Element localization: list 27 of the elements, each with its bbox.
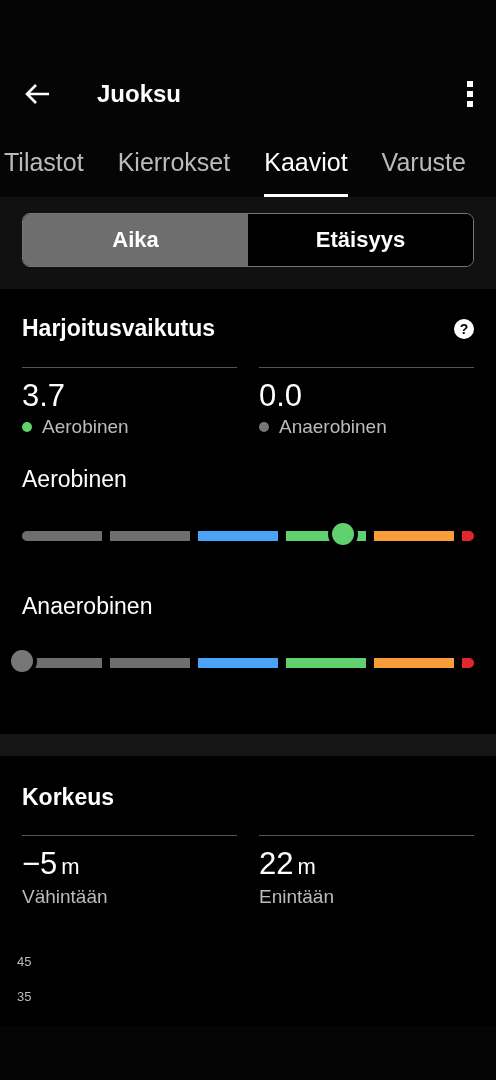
scale-segment xyxy=(462,658,474,668)
unit-label: m xyxy=(61,854,80,880)
tab[interactable]: Varuste xyxy=(381,128,466,197)
stat-label: Vähintään xyxy=(22,886,109,908)
help-button[interactable]: ? xyxy=(454,318,474,339)
stat-value: 22 xyxy=(259,846,294,882)
stat-label: Anaerobinen xyxy=(279,416,387,438)
screen-title: Juoksu xyxy=(97,80,183,108)
gauge-label: Anaerobinen xyxy=(22,593,154,620)
stat-label: Aerobinen xyxy=(42,416,129,438)
axis-label: 35 xyxy=(17,989,33,1004)
scale-segment xyxy=(462,531,474,541)
gauge-label: Aerobinen xyxy=(22,466,128,493)
tab[interactable]: Tilastot xyxy=(4,128,84,197)
axis-label: 45 xyxy=(17,954,33,969)
stat-value: −5 xyxy=(22,846,58,882)
more-menu-icon[interactable] xyxy=(466,81,474,107)
segment-button[interactable]: Aika xyxy=(23,214,248,266)
stat-value: 0.0 xyxy=(259,378,304,414)
stat-value: 3.7 xyxy=(22,378,67,414)
section-title: Harjoitusvaikutus xyxy=(22,315,215,342)
back-icon[interactable] xyxy=(25,83,51,105)
tab[interactable]: Kierrokset xyxy=(117,128,231,197)
segment-button[interactable]: Etäisyys xyxy=(248,214,473,266)
section-title: Korkeus xyxy=(22,784,115,810)
stat-label: Enintään xyxy=(259,886,335,908)
unit-label: m xyxy=(297,854,316,880)
